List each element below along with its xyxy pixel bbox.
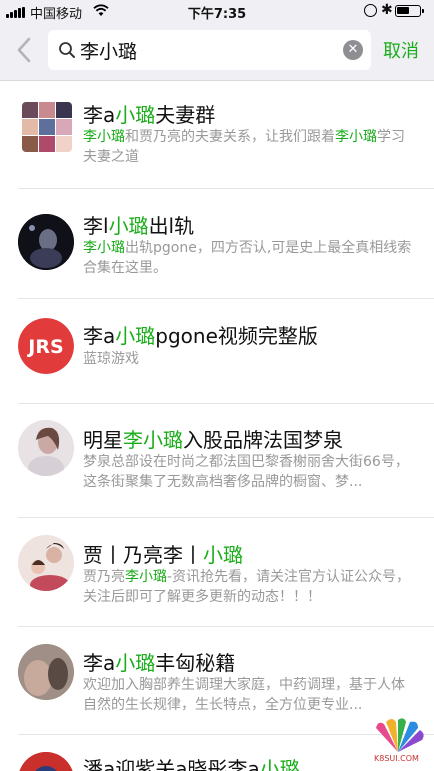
avatar — [18, 644, 74, 700]
avatar — [18, 752, 74, 771]
result-desc: 蓝琼游戏 — [83, 349, 413, 369]
result-title: 李l小璐出l轨 — [83, 210, 194, 239]
result-title: 李a小璐丰匈秘籍 — [83, 647, 235, 676]
avatar — [18, 214, 74, 270]
highlight-text: 小璐 — [115, 324, 156, 348]
highlight-text: 小璐 — [259, 757, 300, 771]
text-segment: 李a — [83, 324, 116, 348]
text-segment: 李l — [83, 214, 109, 238]
list-item[interactable]: 李l小璐出l轨 李小璐出轨pgone，四方否认,可是史上最全真相线索合集在这里。 — [0, 189, 434, 299]
search-header: ✕ 取消 — [0, 22, 434, 81]
group-avatar — [22, 102, 72, 152]
list-item[interactable]: 贾丨乃亮李丨小璐 贾乃亮李小璐-资讯抢先看，请关注官方认证公众号，关注后即可了解… — [0, 518, 434, 627]
watermark-logo: K8SUI.COM — [370, 716, 430, 768]
highlight-text: 李小璐 — [83, 129, 125, 145]
bluetooth-icon: ✱ — [381, 2, 393, 18]
text-segment: 夫妻群 — [155, 103, 216, 127]
back-chevron-icon[interactable] — [14, 36, 34, 64]
avatar — [18, 535, 74, 591]
list-item[interactable]: JRS 李a小璐pgone视频完整版 蓝琼游戏 — [0, 299, 434, 404]
search-icon — [59, 42, 75, 58]
highlight-text: 小璐 — [203, 543, 243, 567]
text-segment: 和贾乃亮的夫妻关系，让我们跟着 — [125, 129, 335, 145]
result-title: 明星李小璐入股品牌法国梦泉 — [83, 424, 343, 453]
result-title: 贾丨乃亮李丨小璐 — [83, 539, 243, 568]
search-box[interactable]: ✕ — [48, 30, 371, 70]
result-title: 李a小璐夫妻群 — [83, 99, 215, 128]
cancel-button[interactable]: 取消 — [383, 37, 419, 63]
result-desc: 李小璐出轨pgone，四方否认,可是史上最全真相线索合集在这里。 — [83, 238, 413, 278]
text-segment: 入股品牌法国梦泉 — [183, 428, 343, 452]
svg-text:JRS: JRS — [26, 336, 63, 358]
text-segment: 贾乃亮 — [83, 569, 125, 585]
list-item[interactable]: 潘a迎紫关a晓彤李a小璐 — [0, 735, 434, 771]
text-segment: 欢迎加入胸部养生调理大家庭，中药调理，基于人体自然的生长规律，生长特点，全方位更… — [83, 677, 405, 713]
jrs-logo: JRS — [18, 318, 74, 374]
text-segment: 梦泉总部设在时尚之都法国巴黎香榭丽舍大街66号，这条街聚集了无数高档奢侈品牌的橱… — [83, 454, 409, 490]
result-desc: 梦泉总部设在时尚之都法国巴黎香榭丽舍大街66号，这条街聚集了无数高档奢侈品牌的橱… — [83, 452, 413, 492]
highlight-text: 小璐 — [108, 214, 149, 238]
result-desc: 李小璐和贾乃亮的夫妻关系，让我们跟着李小璐学习夫妻之道 — [83, 127, 413, 167]
text-segment: 蓝琼游戏 — [83, 351, 139, 367]
list-item[interactable]: 李a小璐丰匈秘籍 欢迎加入胸部养生调理大家庭，中药调理，基于人体自然的生长规律，… — [0, 627, 434, 735]
text-segment: 潘a迎紫关a晓彤李a — [83, 757, 260, 771]
text-segment: 出轨pgone，四方否认,可是史上最全真相线索合集在这里。 — [83, 240, 412, 276]
rotation-lock-icon — [364, 4, 377, 17]
highlight-text: 李小璐 — [123, 428, 183, 452]
result-desc: 贾乃亮李小璐-资讯抢先看，请关注官方认证公众号，关注后即可了解更多更新的动态！！… — [83, 567, 413, 607]
clear-icon[interactable]: ✕ — [343, 40, 363, 60]
text-segment: 丰匈秘籍 — [155, 651, 236, 675]
highlight-text: 李小璐 — [125, 569, 167, 585]
status-bar: 中国移动 下午7:35 ✱ — [0, 0, 434, 22]
highlight-text: 李小璐 — [83, 240, 125, 256]
text-segment: 明星 — [83, 428, 123, 452]
result-title: 潘a迎紫关a晓彤李a小璐 — [83, 753, 300, 771]
text-segment: 贾丨乃亮李丨 — [83, 543, 203, 567]
text-segment: 李a — [83, 103, 116, 127]
text-segment: 李a — [83, 651, 116, 675]
list-item[interactable]: 明星李小璐入股品牌法国梦泉 梦泉总部设在时尚之都法国巴黎香榭丽舍大街66号，这条… — [0, 404, 434, 518]
highlight-text: 小璐 — [115, 103, 156, 127]
text-segment: pgone视频完整版 — [155, 324, 318, 348]
avatar — [18, 420, 74, 476]
result-title: 李a小璐pgone视频完整版 — [83, 320, 318, 349]
result-desc: 欢迎加入胸部养生调理大家庭，中药调理，基于人体自然的生长规律，生长特点，全方位更… — [83, 675, 413, 715]
highlight-text: 小璐 — [115, 651, 156, 675]
highlight-text: 李小璐 — [335, 129, 377, 145]
list-item[interactable]: 李a小璐夫妻群 李小璐和贾乃亮的夫妻关系，让我们跟着李小璐学习夫妻之道 — [0, 82, 434, 189]
battery-icon — [395, 5, 424, 17]
text-segment: 出l轨 — [148, 214, 195, 238]
search-input[interactable] — [80, 30, 335, 70]
